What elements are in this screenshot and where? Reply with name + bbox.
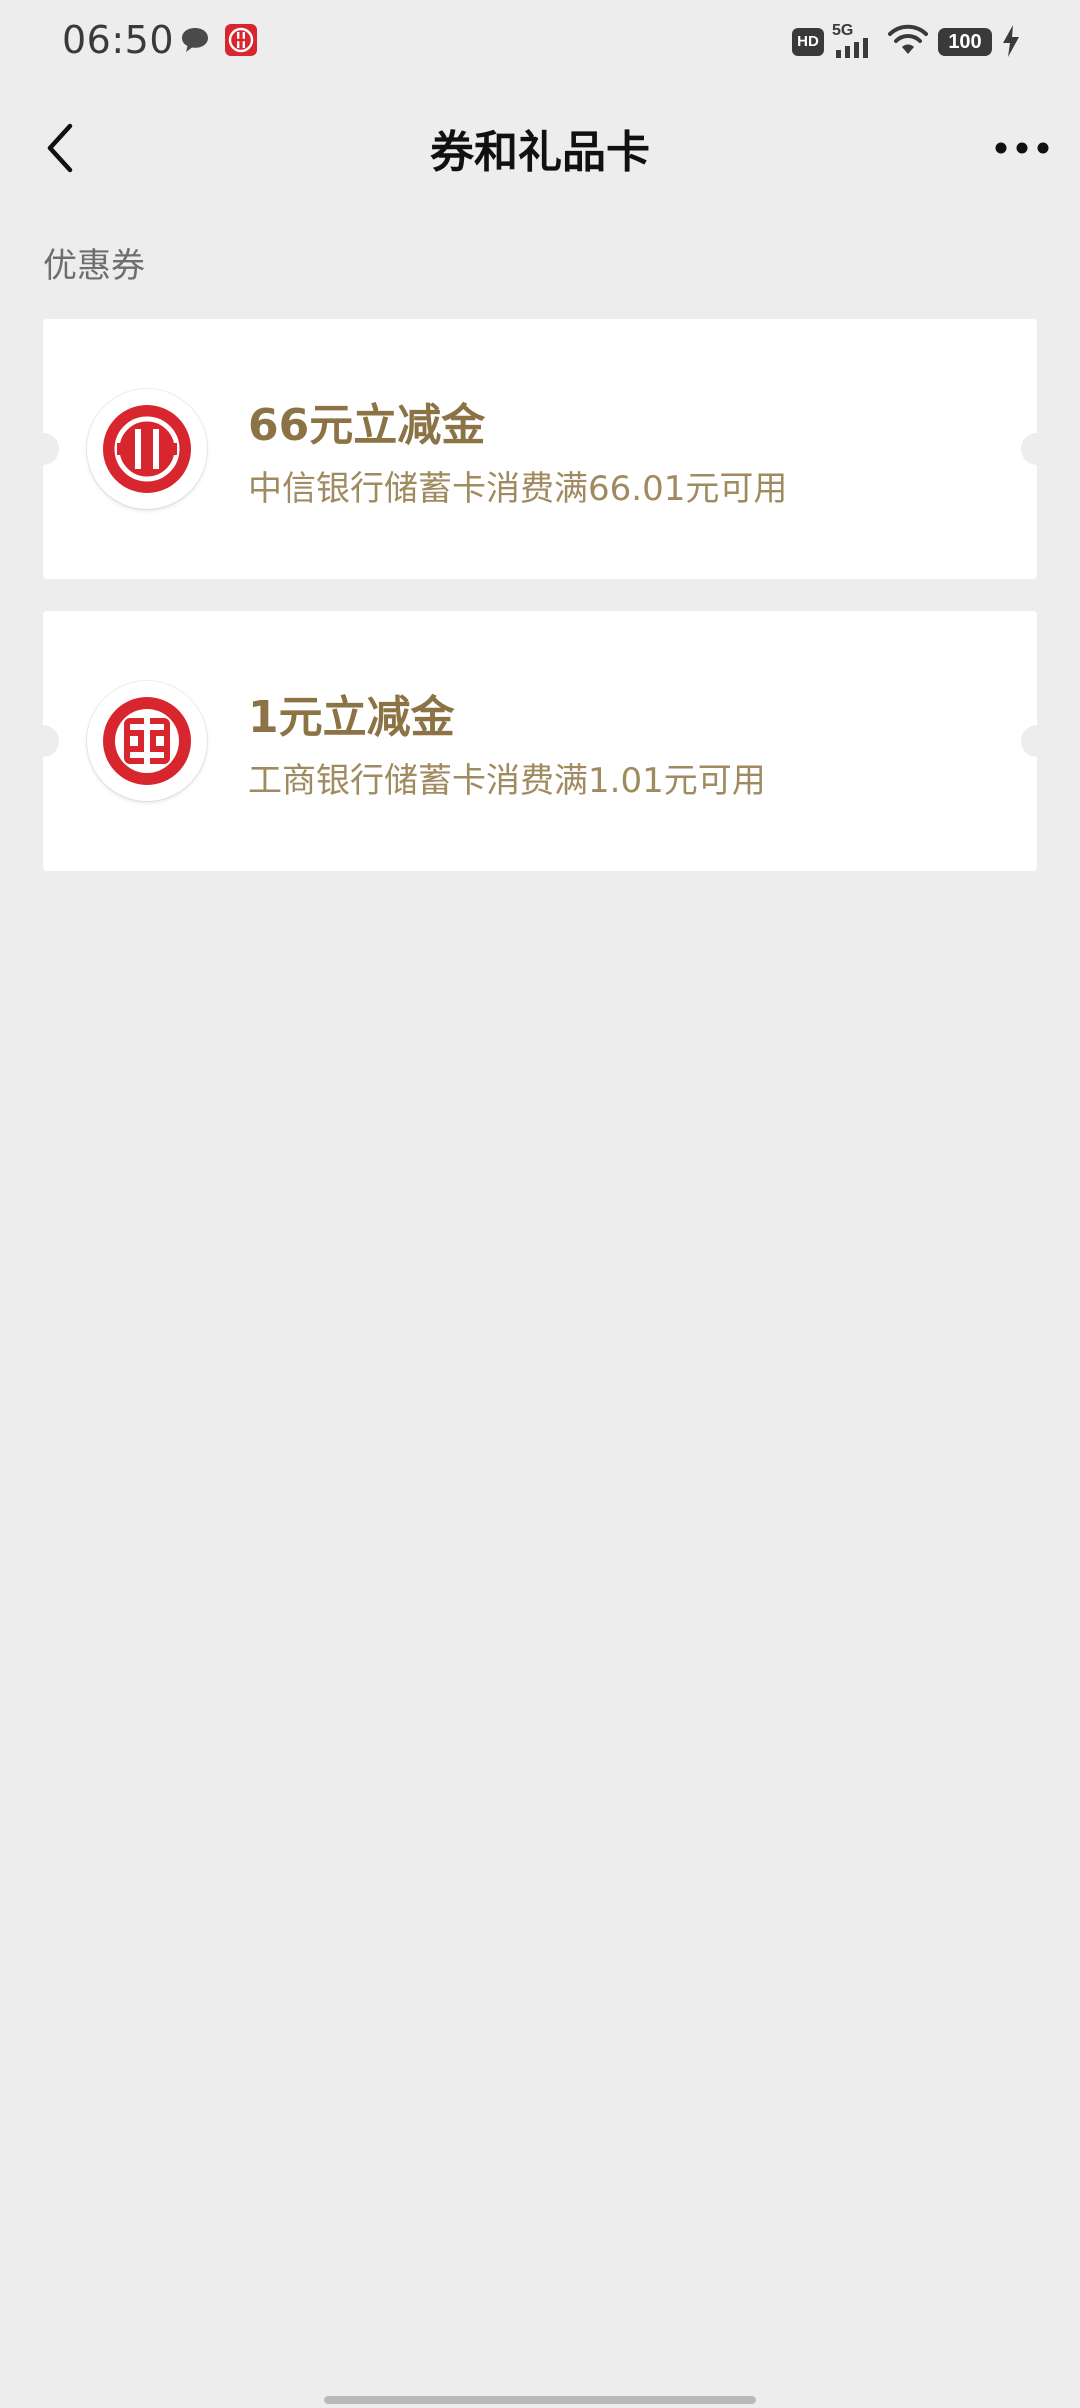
coupon-notch: [1021, 433, 1053, 465]
more-dots-icon: [995, 142, 1049, 154]
citic-bank-icon: [225, 24, 257, 56]
coupon-amount: 1元立减金: [248, 692, 455, 743]
status-time: 06:50: [62, 18, 175, 62]
wifi-icon: [888, 24, 928, 54]
cell-signal-icon: 5G: [832, 22, 882, 60]
icbc-bank-logo: [87, 681, 207, 801]
coupon-card[interactable]: 66元立减金 中信银行储蓄卡消费满66.01元可用: [27, 319, 1053, 579]
coupon-condition: 工商银行储蓄卡消费满1.01元可用: [248, 761, 766, 801]
status-right-cluster: HD 5G 100: [680, 0, 1080, 86]
coupon-card[interactable]: 1元立减金 工商银行储蓄卡消费满1.01元可用: [27, 611, 1053, 871]
coupon-notch: [27, 433, 59, 465]
nav-bar: 券和礼品卡: [0, 86, 1080, 214]
page-title: 券和礼品卡: [430, 127, 650, 178]
coupon-notch: [1021, 725, 1053, 757]
coupon-condition: 中信银行储蓄卡消费满66.01元可用: [248, 469, 788, 509]
battery-indicator: 100: [938, 28, 992, 56]
home-indicator[interactable]: [324, 2396, 756, 2404]
more-options-button[interactable]: [990, 126, 1054, 170]
hd-badge: HD: [792, 28, 824, 56]
charging-bolt-icon: [1003, 25, 1019, 57]
coupon-amount: 66元立减金: [248, 400, 486, 451]
chat-bubble-icon: [182, 28, 208, 52]
citic-bank-logo: [87, 389, 207, 509]
coupon-notch: [27, 725, 59, 757]
section-title: 优惠券: [43, 246, 145, 286]
status-bar: 06:50 HD 5G 100: [0, 0, 1080, 86]
